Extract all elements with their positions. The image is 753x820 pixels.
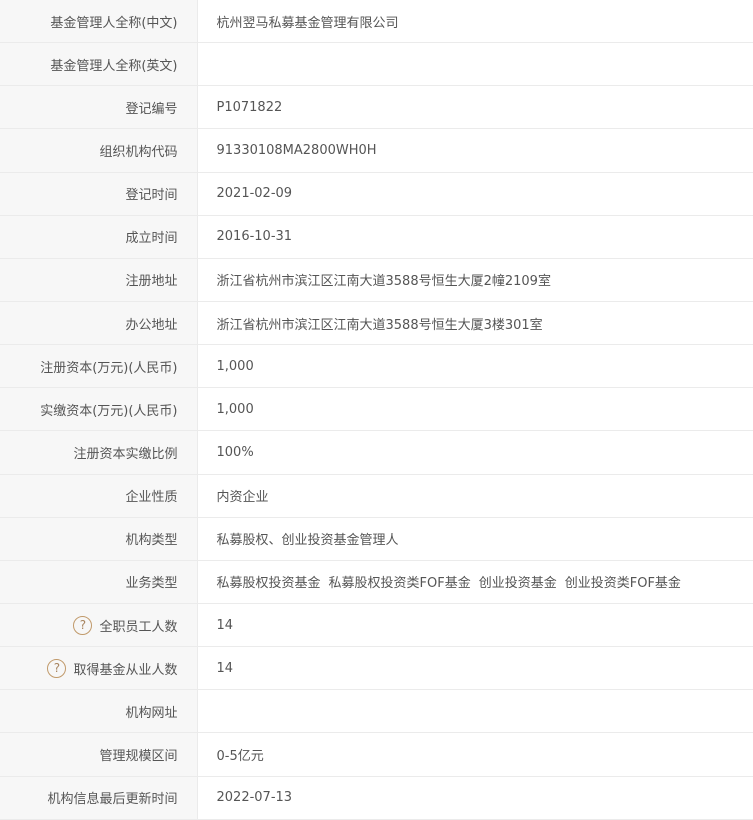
row-label: 注册资本(万元)(人民币) bbox=[40, 360, 178, 376]
row-value-cell: 浙江省杭州市滨江区江南大道3588号恒生大厦3楼301室 bbox=[197, 301, 753, 346]
row-value: 14 bbox=[216, 617, 234, 633]
row-value: 内资企业 bbox=[216, 490, 269, 506]
row-label: 注册地址 bbox=[125, 274, 178, 290]
info-row: 业务类型 私募股权投资基金 私募股权投资类FOF基金 创业投资基金 创业投资类FOF基金 bbox=[0, 560, 753, 604]
row-value: 14 bbox=[216, 660, 234, 676]
info-row: 注册资本(万元)(人民币) 1,000 bbox=[0, 344, 753, 389]
row-label: 组织机构代码 bbox=[99, 144, 178, 160]
row-label-cell: 机构类型 bbox=[0, 517, 198, 561]
info-row: 成立时间 2016-10-31 bbox=[0, 215, 753, 259]
info-row: 机构网址 bbox=[0, 689, 753, 734]
row-label-cell: 成立时间 bbox=[0, 215, 198, 259]
row-value-cell: 2016-10-31 bbox=[197, 215, 753, 259]
row-value-cell: P1071822 bbox=[197, 85, 753, 130]
row-value: 1,000 bbox=[216, 358, 254, 374]
row-label: 基金管理人全称(中文) bbox=[50, 15, 178, 31]
row-label-cell: 登记时间 bbox=[0, 172, 198, 216]
row-label-cell: ? 取得基金从业人数 bbox=[0, 646, 198, 691]
row-label: 实缴资本(万元)(人民币) bbox=[40, 403, 178, 419]
row-label: 办公地址 bbox=[125, 317, 178, 333]
row-label-cell: 基金管理人全称(中文) bbox=[0, 0, 198, 44]
info-row: 机构信息最后更新时间 2022-07-13 bbox=[0, 776, 753, 820]
row-value-cell: 杭州翌马私募基金管理有限公司 bbox=[197, 0, 753, 44]
info-row: ? 全职员工人数 14 bbox=[0, 603, 753, 648]
row-value: 91330108MA2800WH0H bbox=[216, 142, 377, 158]
info-row: 注册地址 浙江省杭州市滨江区江南大道3588号恒生大厦2幢2109室 bbox=[0, 258, 753, 302]
row-value: 浙江省杭州市滨江区江南大道3588号恒生大厦3楼301室 bbox=[216, 317, 543, 333]
info-row: 登记编号 P1071822 bbox=[0, 85, 753, 130]
row-value-cell: 14 bbox=[197, 646, 753, 691]
info-row: 登记时间 2021-02-09 bbox=[0, 172, 753, 216]
row-label-cell: 办公地址 bbox=[0, 301, 198, 346]
row-label-cell: 管理规模区间 bbox=[0, 732, 198, 777]
row-value-cell: 2021-02-09 bbox=[197, 172, 753, 216]
row-label: 管理规模区间 bbox=[99, 748, 178, 764]
row-label-cell: 组织机构代码 bbox=[0, 128, 198, 173]
row-value: 2022-07-13 bbox=[216, 790, 293, 806]
row-value-cell bbox=[197, 42, 753, 87]
business-type-tag: 创业投资基金 bbox=[478, 576, 557, 592]
row-value-cell: 100% bbox=[197, 430, 753, 475]
row-value-cell: 私募股权投资基金 私募股权投资类FOF基金 创业投资基金 创业投资类FOF基金 bbox=[197, 560, 753, 604]
help-icon[interactable]: ? bbox=[47, 658, 67, 678]
row-label-cell: 登记编号 bbox=[0, 85, 198, 130]
row-label-cell: 注册资本(万元)(人民币) bbox=[0, 344, 198, 389]
row-value-cell: 14 bbox=[197, 603, 753, 648]
row-value-cell: 1,000 bbox=[197, 387, 753, 432]
row-value-cell: 内资企业 bbox=[197, 474, 753, 518]
row-value-cell bbox=[197, 689, 753, 734]
row-label: 取得基金从业人数 bbox=[73, 662, 178, 678]
row-label-cell: 注册地址 bbox=[0, 258, 198, 302]
row-label: 注册资本实缴比例 bbox=[73, 446, 178, 462]
business-type-tag: 创业投资类FOF基金 bbox=[564, 576, 681, 592]
row-value-cell: 91330108MA2800WH0H bbox=[197, 128, 753, 173]
row-label-cell: 机构信息最后更新时间 bbox=[0, 776, 198, 820]
row-value: 私募股权、创业投资基金管理人 bbox=[216, 533, 399, 549]
row-value: 0-5亿元 bbox=[216, 748, 264, 764]
row-value: 2016-10-31 bbox=[216, 229, 293, 245]
row-label: 业务类型 bbox=[125, 576, 178, 592]
info-row: 组织机构代码 91330108MA2800WH0H bbox=[0, 128, 753, 173]
row-label: 机构信息最后更新时间 bbox=[47, 792, 178, 808]
row-label: 企业性质 bbox=[125, 490, 178, 506]
row-label-cell: 企业性质 bbox=[0, 474, 198, 518]
row-label-cell: ? 全职员工人数 bbox=[0, 603, 198, 648]
row-value-cell: 1,000 bbox=[197, 344, 753, 389]
info-row: 实缴资本(万元)(人民币) 1,000 bbox=[0, 387, 753, 432]
row-label: 成立时间 bbox=[125, 231, 178, 247]
info-row: 注册资本实缴比例 100% bbox=[0, 430, 753, 475]
row-label: 登记编号 bbox=[125, 101, 178, 117]
help-icon[interactable]: ? bbox=[73, 615, 93, 635]
row-label: 全职员工人数 bbox=[99, 619, 178, 635]
row-label-cell: 机构网址 bbox=[0, 689, 198, 734]
row-value-cell: 浙江省杭州市滨江区江南大道3588号恒生大厦2幢2109室 bbox=[197, 258, 753, 302]
info-row: 基金管理人全称(中文) 杭州翌马私募基金管理有限公司 bbox=[0, 0, 753, 44]
row-label: 登记时间 bbox=[125, 188, 178, 204]
business-type-tag: 私募股权投资类FOF基金 bbox=[328, 576, 471, 592]
info-row: 基金管理人全称(英文) bbox=[0, 42, 753, 87]
info-row: 机构类型 私募股权、创业投资基金管理人 bbox=[0, 517, 753, 561]
info-row: 管理规模区间 0-5亿元 bbox=[0, 732, 753, 777]
row-value-cell: 私募股权、创业投资基金管理人 bbox=[197, 517, 753, 561]
row-label: 基金管理人全称(英文) bbox=[50, 58, 178, 74]
info-row: ? 取得基金从业人数 14 bbox=[0, 646, 753, 691]
row-value: P1071822 bbox=[216, 99, 283, 115]
row-label-cell: 实缴资本(万元)(人民币) bbox=[0, 387, 198, 432]
row-label-cell: 注册资本实缴比例 bbox=[0, 430, 198, 475]
row-label-cell: 业务类型 bbox=[0, 560, 198, 604]
row-value-cell: 0-5亿元 bbox=[197, 732, 753, 777]
info-row: 企业性质 内资企业 bbox=[0, 474, 753, 518]
row-value: 浙江省杭州市滨江区江南大道3588号恒生大厦2幢2109室 bbox=[216, 274, 551, 290]
fund-manager-info-table: 基金管理人全称(中文) 杭州翌马私募基金管理有限公司基金管理人全称(英文) 登记编号… bbox=[0, 0, 753, 820]
row-label: 机构类型 bbox=[125, 533, 178, 549]
row-label: 机构网址 bbox=[125, 705, 178, 721]
row-value: 2021-02-09 bbox=[216, 186, 293, 202]
row-value-cell: 2022-07-13 bbox=[197, 776, 753, 820]
row-value: 1,000 bbox=[216, 401, 254, 417]
row-value: 100% bbox=[216, 444, 254, 460]
row-label-cell: 基金管理人全称(英文) bbox=[0, 42, 198, 87]
info-row: 办公地址 浙江省杭州市滨江区江南大道3588号恒生大厦3楼301室 bbox=[0, 301, 753, 346]
row-value: 杭州翌马私募基金管理有限公司 bbox=[216, 15, 399, 31]
business-type-tag: 私募股权投资基金 bbox=[216, 576, 321, 592]
